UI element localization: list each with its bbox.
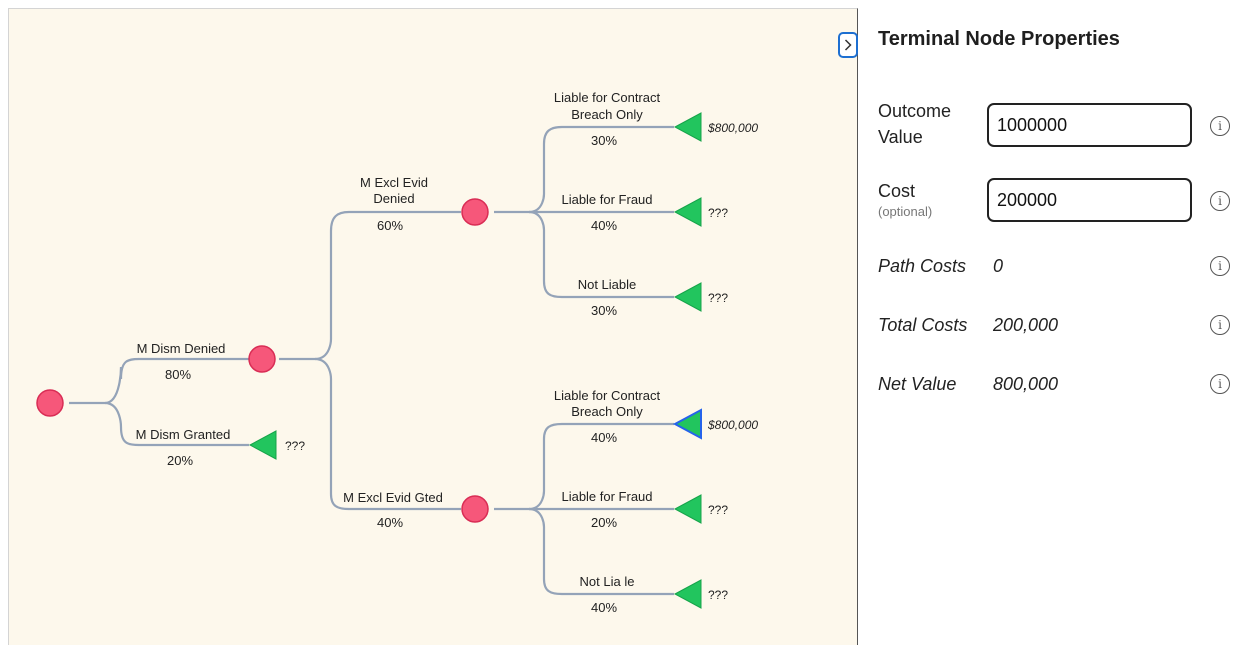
branch-probability[interactable]: 80%	[165, 367, 191, 382]
label-line: Cost	[878, 181, 916, 201]
tree-canvas[interactable]: M Dism Denied 80% M Dism Granted 20% ???…	[8, 8, 858, 645]
edge-root-b1	[69, 357, 249, 405]
decision-tree: M Dism Denied 80% M Dism Granted 20% ???…	[36, 90, 758, 615]
info-icon[interactable]: i	[1210, 116, 1230, 136]
collapse-panel-button[interactable]	[838, 32, 858, 58]
outcome-value: ???	[708, 588, 728, 602]
terminal-node-b7[interactable]	[673, 282, 702, 312]
branch-label[interactable]: Not Lia le	[580, 574, 635, 589]
path-costs-value: 0	[993, 256, 1004, 276]
properties-panel: Terminal Node Properties Outcome Value i…	[878, 0, 1255, 645]
branch-label[interactable]: Not Liable	[578, 277, 637, 292]
outcome-value: ???	[708, 206, 728, 220]
outcome-value-label: Outcome Value	[878, 98, 951, 150]
terminal-node-b10[interactable]	[673, 579, 702, 609]
chevron-right-icon	[844, 39, 852, 51]
info-icon[interactable]: i	[1210, 374, 1230, 394]
outcome-value: ???	[708, 291, 728, 305]
outcome-value: $800,000	[707, 418, 758, 432]
terminal-node-b8-selected[interactable]	[672, 408, 702, 440]
total-costs-value: 200,000	[993, 315, 1059, 335]
info-icon[interactable]: i	[1210, 315, 1230, 335]
branch-label[interactable]: Denied	[373, 191, 414, 206]
info-icon[interactable]: i	[1210, 256, 1230, 276]
branch-probability[interactable]: 20%	[167, 453, 193, 468]
total-costs-label: Total Costs	[878, 315, 968, 335]
cost-input[interactable]	[987, 178, 1192, 222]
chance-node-root[interactable]	[36, 389, 64, 417]
branch-probability[interactable]: 20%	[591, 515, 617, 530]
outcome-value-input[interactable]	[987, 103, 1192, 147]
branch-probability[interactable]: 40%	[591, 218, 617, 233]
branch-label[interactable]: Liable for Contract	[554, 90, 661, 105]
outcome-value: $800,000	[707, 121, 758, 135]
branch-label[interactable]: Liable for Fraud	[561, 489, 652, 504]
outcome-value: ???	[285, 439, 305, 453]
branch-label[interactable]: M Excl Evid Gted	[343, 490, 443, 505]
edge-n1-b3	[279, 210, 461, 361]
chance-node-m-excl-evid-gted[interactable]	[461, 495, 489, 523]
outcome-value: ???	[708, 503, 728, 517]
branch-label[interactable]: Breach Only	[571, 404, 643, 419]
branch-probability[interactable]: 60%	[377, 218, 403, 233]
path-costs-label: Path Costs	[878, 256, 967, 276]
branch-probability[interactable]: 40%	[377, 515, 403, 530]
branch-label[interactable]: M Dism Granted	[136, 427, 231, 442]
branch-label[interactable]: M Excl Evid	[360, 175, 428, 190]
branch-label[interactable]: M Dism Denied	[137, 341, 226, 356]
panel-title: Terminal Node Properties	[878, 28, 1120, 50]
net-value-label: Net Value	[878, 374, 957, 394]
label-line: Value	[878, 127, 923, 147]
net-value-value: 800,000	[993, 374, 1059, 394]
branch-probability[interactable]: 40%	[591, 600, 617, 615]
chance-node-m-dism-denied[interactable]	[248, 345, 276, 373]
terminal-node-b6[interactable]	[673, 197, 702, 227]
terminal-node-b9[interactable]	[673, 494, 702, 524]
branch-label[interactable]: Breach Only	[571, 107, 643, 122]
edge-n1-b4	[314, 357, 461, 511]
cost-optional-note: (optional)	[878, 204, 933, 219]
branch-label[interactable]: Liable for Contract	[554, 388, 661, 403]
cost-label: Cost (optional)	[878, 178, 932, 220]
branch-probability[interactable]: 30%	[591, 133, 617, 148]
info-icon[interactable]: i	[1210, 191, 1230, 211]
chance-node-m-excl-evid-denied[interactable]	[461, 198, 489, 226]
branch-label[interactable]: Liable for Fraud	[561, 192, 652, 207]
label-line: Outcome	[878, 101, 952, 121]
branch-probability[interactable]: 40%	[591, 430, 617, 445]
branch-probability[interactable]: 30%	[591, 303, 617, 318]
terminal-node-m-dism-granted[interactable]	[248, 430, 277, 460]
terminal-node-b5[interactable]	[673, 112, 702, 142]
